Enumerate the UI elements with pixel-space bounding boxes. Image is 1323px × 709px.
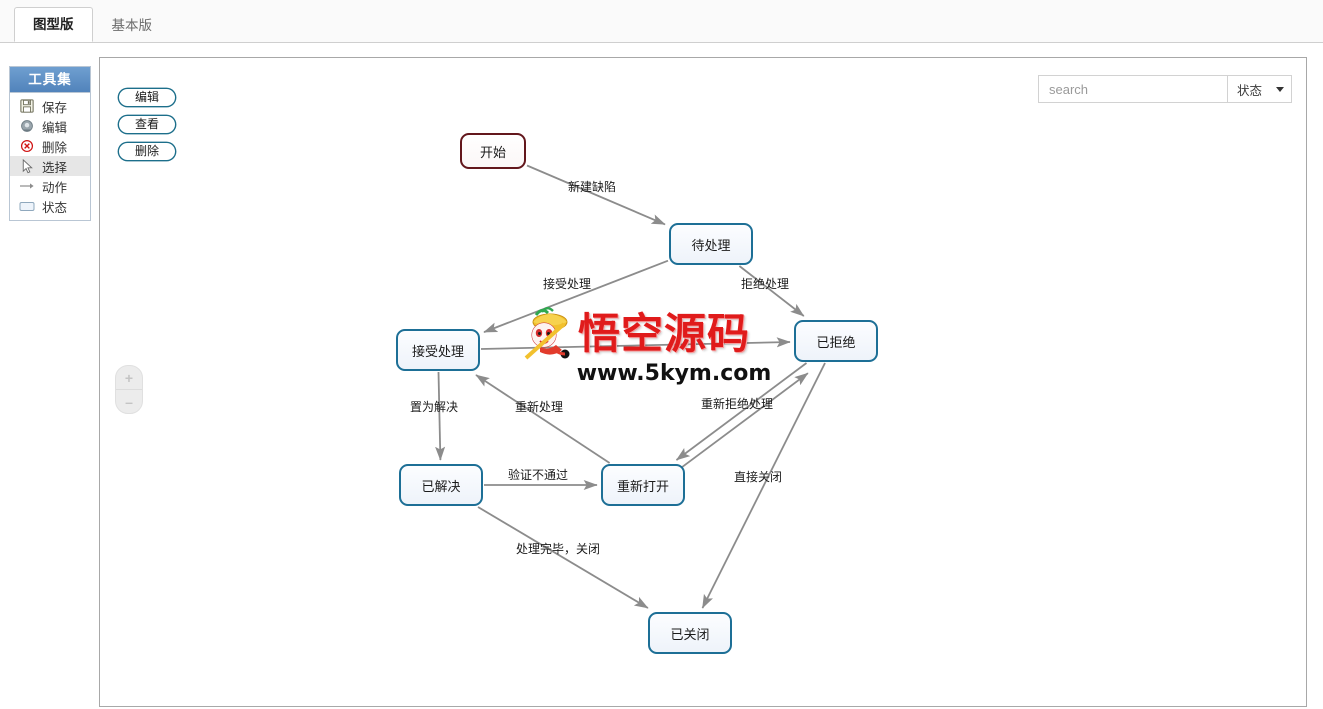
diagram-edge-label: 处理完毕，关闭: [516, 542, 601, 556]
cursor-arrow-icon: [18, 158, 36, 174]
diagram-node-start[interactable]: 开始: [460, 133, 526, 169]
edit-button[interactable]: 编辑: [118, 88, 176, 107]
toolbox-item-save[interactable]: 保存: [10, 96, 90, 116]
diagram-edge-label: 重新拒绝处理: [701, 397, 774, 411]
diagram-node-resolved[interactable]: 已解决: [399, 464, 483, 506]
diagram-node-reopened[interactable]: 重新打开: [601, 464, 685, 506]
canvas-action-buttons: 编辑 查看 删除: [118, 88, 176, 161]
toolbox-item-select[interactable]: 选择: [10, 156, 90, 176]
diagram-node-label: 已解决: [421, 478, 461, 494]
watermark-text: 悟空源码: [578, 309, 751, 358]
toolbox-item-action[interactable]: 动作: [10, 176, 90, 196]
watermark-top: 悟空源码: [520, 307, 790, 360]
diagram-node-rejected[interactable]: 已拒绝: [794, 320, 878, 362]
toolbox-item-label: 状态: [42, 200, 68, 215]
view-button[interactable]: 查看: [118, 115, 176, 134]
toolbox-item-label: 保存: [42, 100, 68, 115]
diagram-edge-label: 直接关闭: [734, 470, 783, 484]
diagram-node-closed[interactable]: 已关闭: [648, 612, 732, 654]
chevron-down-icon: [1276, 86, 1284, 92]
diagram-edge-label: 接受处理: [543, 277, 592, 291]
delete-button[interactable]: 删除: [118, 142, 176, 161]
zoom-in-button[interactable]: +: [116, 366, 142, 390]
diagram-node-label: 重新打开: [616, 478, 669, 494]
arrow-right-icon: [18, 178, 36, 194]
toolbox-item-label: 动作: [42, 180, 68, 195]
diagram-edge-label: 拒绝处理: [741, 277, 790, 291]
toolbox-title: 工具集: [10, 67, 90, 93]
diagram-edges: [435, 164, 826, 609]
diagram-edge-label: 验证不通过: [508, 468, 569, 482]
diagram-edge-resolved-to-closed: [477, 506, 649, 609]
diagram-edge-reopened-to-accepted: [475, 374, 611, 464]
toolbox-item-edit[interactable]: 编辑: [10, 116, 90, 136]
diagram-node-label: 已拒绝: [816, 334, 856, 350]
toolbox-item-label: 编辑: [42, 120, 68, 135]
zoom-out-button[interactable]: –: [116, 390, 142, 413]
diagram-edge-accepted-to-resolved: [435, 371, 446, 461]
rectangle-node-icon: [18, 198, 36, 214]
toolbox-panel: 工具集 保存 编辑 删除 选择 动作 状态: [9, 66, 91, 221]
zoom-control: + –: [115, 365, 143, 414]
diagram-edge-label: 置为解决: [410, 400, 459, 414]
toolbox-item-label: 删除: [42, 140, 68, 155]
toolbox-item-list: 保存 编辑 删除 选择 动作 状态: [10, 93, 90, 220]
diagram-node-label: 接受处理: [411, 343, 464, 359]
diagram-node-label: 开始: [479, 144, 506, 160]
tab-strip: 图型版 基本版: [14, 6, 172, 42]
diagram-edge-pending-to-accepted: [483, 259, 669, 333]
edit-icon: [18, 118, 36, 134]
floppy-disk-icon: [18, 98, 36, 114]
diagram-edge-reopened-to-rejected: [677, 372, 809, 471]
search-bar: 状态: [1038, 75, 1292, 103]
state-filter-label: 状态: [1237, 83, 1263, 98]
diagram-node-pending[interactable]: 待处理: [669, 223, 753, 265]
diagram-node-label: 已关闭: [670, 626, 710, 642]
diagram-edge-accepted-to-rejected: [480, 337, 791, 350]
delete-circle-icon: [18, 138, 36, 154]
diagram-edge-label: 重新处理: [515, 400, 564, 414]
diagram-edge-label: 新建缺陷: [568, 180, 617, 194]
toolbox-item-state[interactable]: 状态: [10, 196, 90, 216]
diagram-node-accepted[interactable]: 接受处理: [396, 329, 480, 371]
diagram-node-label: 待处理: [691, 237, 731, 253]
state-filter-dropdown[interactable]: 状态: [1227, 76, 1291, 102]
monkey-king-mascot-icon: [524, 307, 570, 360]
tab-graphical[interactable]: 图型版: [14, 7, 93, 42]
tab-bar: 图型版 基本版: [0, 0, 1323, 43]
tab-basic[interactable]: 基本版: [93, 8, 172, 42]
workflow-canvas[interactable]: 编辑 查看 删除 状态 + – 新建缺陷接受处理 拒绝处理置为解决 重新处理 重新拒绝…: [99, 57, 1307, 707]
toolbox-item-delete[interactable]: 删除: [10, 136, 90, 156]
search-input[interactable]: [1039, 76, 1227, 102]
watermark-url: www.5kym.com: [576, 361, 772, 386]
toolbox-item-label: 选择: [42, 160, 68, 175]
site-watermark: 悟空源码 www.5kym.com: [520, 307, 790, 386]
